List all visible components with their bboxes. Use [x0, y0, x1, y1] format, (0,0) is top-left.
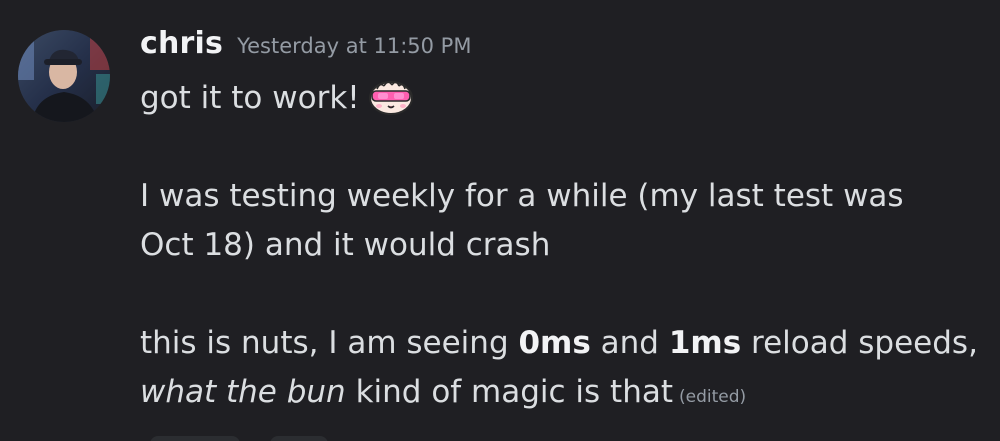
message-line-4: this is nuts, I am seeing 0ms and 1ms re… [140, 319, 980, 368]
edited-label[interactable]: (edited) [679, 387, 746, 407]
line-text: kind of magic is that [345, 374, 674, 410]
message-line-3: Oct 18) and it would crash [140, 227, 551, 263]
line-text: reload speeds, [741, 325, 978, 361]
reaction-button[interactable] [150, 436, 240, 441]
bold-text: 1ms [668, 325, 742, 361]
chat-message: chris Yesterday at 11:50 PM got it to wo… [0, 0, 1000, 441]
line-text: got it to work! [140, 80, 360, 116]
message-line-1: got it to work! [140, 74, 980, 123]
reaction-bar [150, 436, 328, 441]
reaction-button[interactable] [270, 436, 328, 441]
bold-text: 0ms [518, 325, 591, 361]
timestamp[interactable]: Yesterday at 11:50 PM [237, 34, 471, 58]
message-content: got it to work! I was testing weekly for… [140, 74, 980, 417]
user-avatar[interactable] [18, 30, 110, 122]
message-line-2: I was testing weekly for a while (my las… [140, 178, 904, 214]
username[interactable]: chris [140, 26, 223, 61]
bun-sunglasses-emoji-icon[interactable] [368, 76, 414, 116]
line-text: and [590, 325, 669, 361]
message-header: chris Yesterday at 11:50 PM [140, 26, 471, 70]
avatar-photo-icon [18, 30, 110, 122]
italic-text: what the bun [140, 374, 346, 410]
line-text: this is nuts, I am seeing [140, 325, 519, 361]
message-line-5: what the bun kind of magic is that (edite… [140, 368, 980, 417]
